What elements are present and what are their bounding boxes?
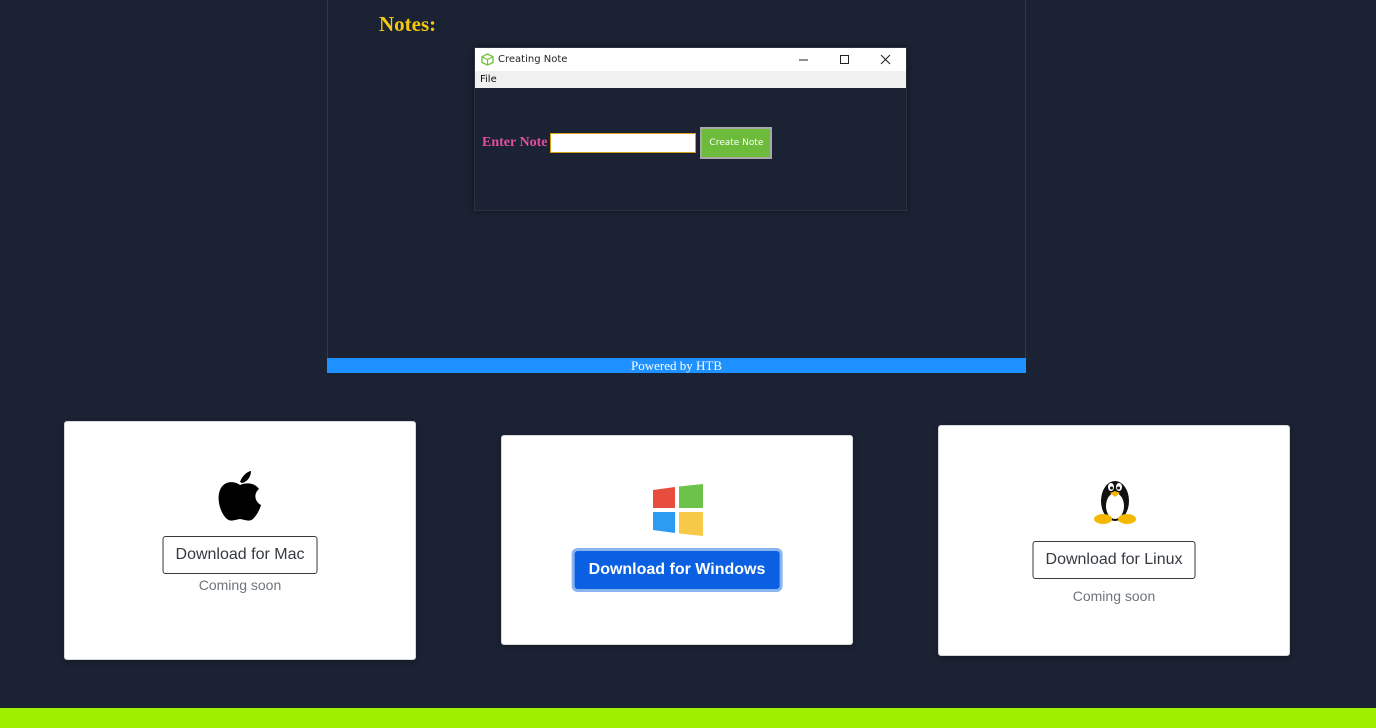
download-card-mac: Download for Mac Coming soon	[64, 421, 416, 660]
window-titlebar[interactable]: Creating Note	[475, 48, 906, 71]
enter-note-label: Enter Note	[482, 135, 548, 150]
windows-icon	[651, 484, 705, 541]
creating-note-window: Creating Note File Enter Note Create Not…	[474, 47, 907, 211]
minimize-icon[interactable]	[783, 48, 824, 71]
apple-icon	[216, 468, 264, 527]
maximize-icon[interactable]	[824, 48, 865, 71]
note-input[interactable]	[550, 133, 697, 153]
menu-file[interactable]: File	[480, 74, 497, 85]
window-title: Creating Note	[498, 54, 568, 65]
linux-coming-soon: Coming soon	[1072, 588, 1156, 604]
notes-heading: Notes:	[379, 12, 437, 36]
linux-penguin-icon	[1092, 473, 1138, 530]
close-icon[interactable]	[865, 48, 906, 71]
download-windows-button[interactable]: Download for Windows	[574, 551, 780, 589]
download-card-linux: Download for Linux Coming soon	[938, 425, 1290, 656]
note-form: Enter Note Create Note	[482, 127, 773, 159]
download-card-windows: Download for Windows	[501, 435, 853, 645]
window-menubar: File	[475, 71, 906, 88]
footer-accent-bar	[0, 708, 1376, 728]
powered-by-bar: Powered by HTB	[327, 358, 1026, 373]
mac-coming-soon: Coming soon	[198, 577, 282, 593]
app-cube-icon	[481, 53, 494, 66]
create-note-button[interactable]: Create Note	[700, 127, 773, 159]
download-mac-button[interactable]: Download for Mac	[162, 536, 318, 574]
download-linux-button[interactable]: Download for Linux	[1032, 541, 1196, 579]
